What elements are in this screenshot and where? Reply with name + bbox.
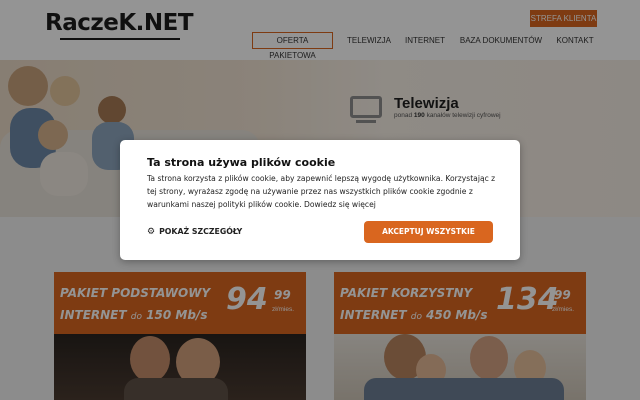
show-details-button[interactable]: ⚙ POKAŻ SZCZEGÓŁY	[147, 227, 242, 237]
cookie-dialog-text: Ta strona korzysta z plików cookie, aby …	[147, 174, 496, 209]
gear-icon: ⚙	[147, 227, 156, 237]
cookie-dialog-title: Ta strona używa plików cookie	[147, 156, 336, 169]
accept-all-button[interactable]: AKCEPTUJ WSZYSTKIE	[364, 221, 493, 243]
cookie-consent-dialog: Ta strona używa plików cookie Ta strona …	[120, 140, 520, 260]
